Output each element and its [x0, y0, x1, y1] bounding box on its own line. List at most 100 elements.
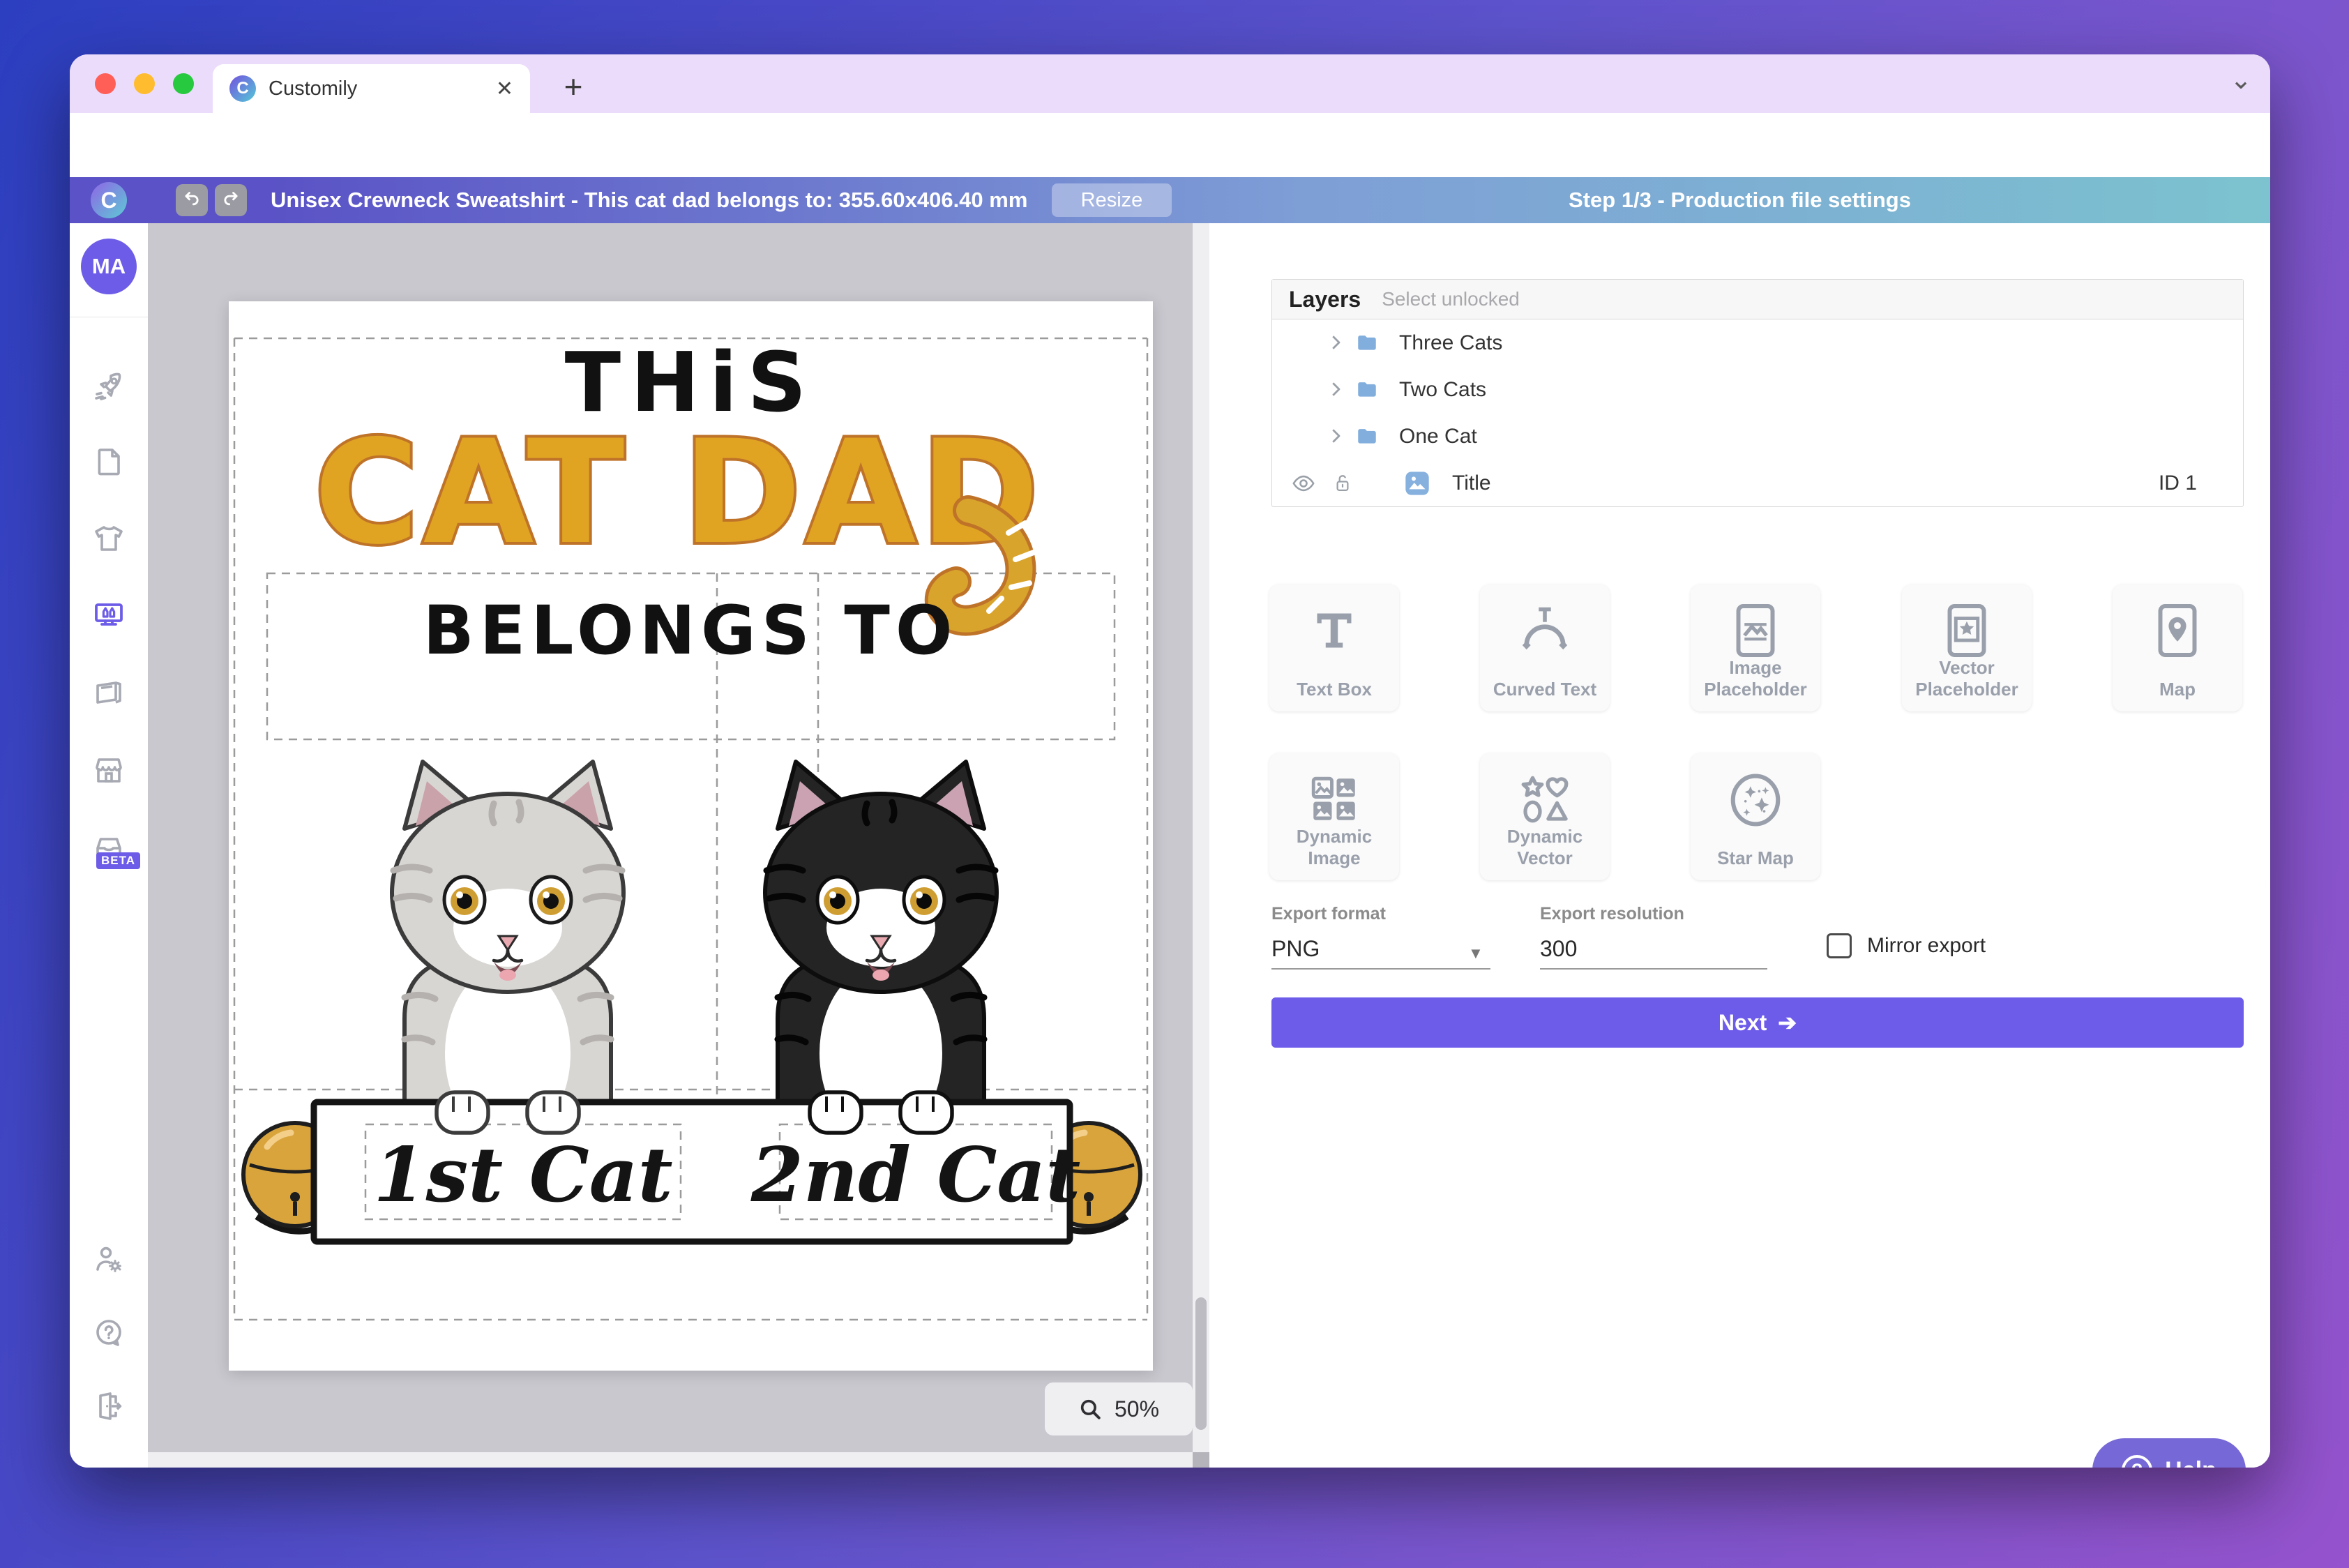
rocket-icon[interactable] [92, 370, 126, 403]
unlocked-padlock-icon[interactable] [1332, 472, 1353, 495]
name-banner: 1st Cat 2nd Cat [243, 1102, 1140, 1242]
horizontal-scrollbar[interactable] [148, 1452, 1209, 1468]
redo-button[interactable] [215, 184, 247, 216]
chevron-right-icon[interactable] [1325, 425, 1346, 446]
question-mark-icon: ? [2122, 1455, 2152, 1468]
folder-icon [1354, 424, 1380, 448]
dynamic-image-icon [1269, 770, 1399, 829]
account-gear-icon[interactable] [92, 1243, 126, 1276]
vector-placeholder-icon [1902, 601, 2032, 660]
app-logo-cell[interactable]: C [70, 177, 148, 223]
dynamic-vector-icon [1480, 770, 1610, 829]
vertical-scrollbar-thumb[interactable] [1195, 1297, 1207, 1430]
tab-title: Customily [269, 77, 483, 100]
customily-logo: C [91, 182, 127, 218]
window-controls[interactable] [95, 73, 194, 94]
mirror-export-checkbox[interactable] [1827, 933, 1852, 958]
layers-header: Layers Select unlocked [1272, 280, 2243, 319]
export-resolution-input[interactable] [1540, 936, 1749, 962]
catalog-icon[interactable] [92, 675, 126, 709]
production-settings-panel: Layers Select unlocked Three Cats Two Ca… [1209, 223, 2270, 1468]
image-placeholder-icon [1691, 601, 1820, 660]
help-label: Help [2165, 1457, 2216, 1468]
magnifier-icon [1078, 1397, 1102, 1421]
layer-row-folder[interactable]: Three Cats [1272, 319, 2243, 366]
export-format-label: Export format [1271, 904, 1386, 924]
tab-list-chevron-icon[interactable]: ⌄ [2230, 64, 2252, 96]
folder-icon [1354, 331, 1380, 354]
pet-name-1: 1st Cat [373, 1131, 672, 1219]
image-layer-icon [1403, 469, 1431, 497]
export-resolution-underline [1540, 968, 1767, 970]
tshirt-icon[interactable] [92, 522, 126, 555]
resize-button[interactable]: Resize [1052, 183, 1172, 217]
design-artwork: THiS CAT DAD BELONGS TO [229, 301, 1153, 1371]
zoom-level: 50% [1115, 1396, 1159, 1422]
text-box-icon [1269, 601, 1399, 660]
visibility-eye-icon[interactable] [1292, 474, 1315, 493]
step-indicator: Step 1/3 - Production file settings [1209, 188, 2270, 213]
tool-dynamic-image[interactable]: Dynamic Image [1269, 753, 1399, 880]
close-window-button[interactable] [95, 73, 116, 94]
export-format-select[interactable]: PNG [1271, 936, 1320, 962]
folder-icon [1354, 377, 1380, 401]
tool-vector-placeholder[interactable]: Vector Placeholder [1902, 585, 2032, 711]
chevron-right-icon[interactable] [1325, 379, 1346, 400]
help-button[interactable]: ? Help [2092, 1438, 2246, 1468]
store-icon[interactable] [92, 753, 126, 787]
designer-monitor-icon[interactable] [92, 598, 126, 632]
layer-label: Three Cats [1399, 331, 1502, 355]
layer-label: Title [1452, 472, 1491, 495]
tab-bar: C Customily ✕ + ⌄ [70, 54, 2270, 113]
layers-panel: Layers Select unlocked Three Cats Two Ca… [1271, 279, 2244, 507]
maximize-window-button[interactable] [173, 73, 194, 94]
tool-image-placeholder[interactable]: Image Placeholder [1691, 585, 1820, 711]
cat-1-gray [392, 762, 624, 1143]
curved-text-icon [1480, 601, 1610, 660]
zoom-control[interactable]: 50% [1045, 1382, 1193, 1435]
pet-name-2: 2nd Cat [750, 1131, 1081, 1219]
chevron-right-icon[interactable] [1325, 332, 1346, 353]
minimize-window-button[interactable] [134, 73, 155, 94]
design-canvas-area[interactable]: THiS CAT DAD BELONGS TO [148, 223, 1209, 1468]
beta-badge: BETA [96, 852, 140, 869]
browser-tab[interactable]: C Customily ✕ [213, 64, 530, 113]
left-sidebar: MA [70, 223, 148, 1468]
user-avatar[interactable]: MA [81, 239, 137, 294]
next-button[interactable]: Next ➔ [1271, 997, 2244, 1048]
artboard[interactable]: THiS CAT DAD BELONGS TO [229, 301, 1153, 1371]
mirror-export-label: Mirror export [1867, 934, 1986, 958]
layer-label: Two Cats [1399, 378, 1486, 402]
layer-row-folder[interactable]: One Cat [1272, 413, 2243, 460]
new-tab-button[interactable]: + [552, 66, 594, 107]
arrow-right-icon: ➔ [1778, 1009, 1797, 1036]
help-bubble-icon[interactable] [92, 1317, 126, 1350]
app-header: C Unisex Crewneck Sweatshirt - This cat … [70, 177, 2270, 223]
layer-row-folder[interactable]: Two Cats [1272, 366, 2243, 413]
select-chevron-icon[interactable]: ▼ [1468, 944, 1483, 963]
tool-dynamic-vector[interactable]: Dynamic Vector [1480, 753, 1610, 880]
design-line2: CAT DAD [314, 410, 1043, 576]
layers-title: Layers [1289, 287, 1361, 312]
cat-2-black [765, 762, 997, 1141]
tab-close-icon[interactable]: ✕ [496, 77, 513, 101]
desktop-background: C Customily ✕ + ⌄ C https://app.customil… [0, 0, 2349, 1568]
export-resolution-field[interactable] [1540, 936, 1749, 962]
tool-star-map[interactable]: Star Map [1691, 753, 1820, 880]
layer-label: One Cat [1399, 425, 1477, 448]
tool-map[interactable]: Map [2113, 585, 2242, 711]
tool-curved-text[interactable]: Curved Text [1480, 585, 1610, 711]
logout-door-icon[interactable] [92, 1389, 126, 1423]
design-line3: BELONGS TO [423, 591, 958, 670]
mirror-export-option[interactable]: Mirror export [1827, 933, 1986, 958]
vertical-scrollbar[interactable] [1193, 223, 1209, 1468]
layer-id: ID 1 [2159, 472, 2197, 495]
tool-text-box[interactable]: Text Box [1269, 585, 1399, 711]
layer-row-title[interactable]: Title ID 1 [1272, 460, 2243, 506]
file-icon[interactable] [92, 445, 126, 478]
browser-window: C Customily ✕ + ⌄ C https://app.customil… [70, 54, 2270, 1468]
undo-button[interactable] [176, 184, 208, 216]
select-unlocked-label[interactable]: Select unlocked [1382, 288, 1520, 310]
browser-navbar: C https://app.customily.com/ ) [70, 113, 2270, 177]
map-icon [2113, 601, 2242, 660]
